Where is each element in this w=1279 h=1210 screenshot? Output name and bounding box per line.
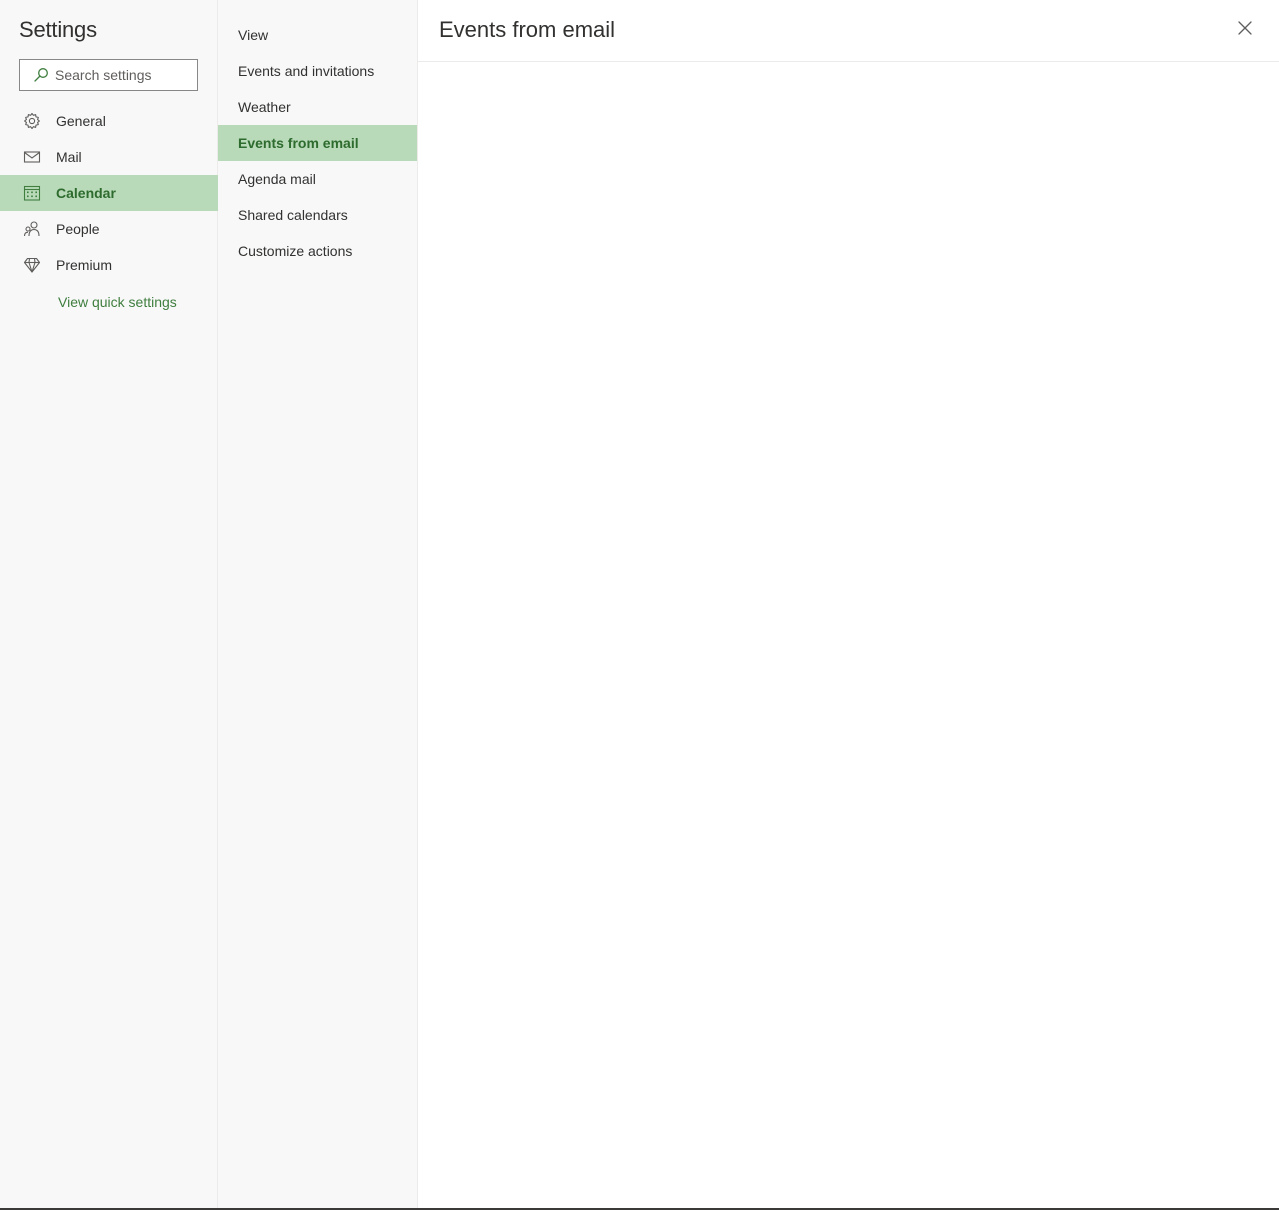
subnav-item-agenda-mail[interactable]: Agenda mail <box>218 161 417 197</box>
subnav-list: View Events and invitations Weather Even… <box>218 17 417 269</box>
subnav-item-shared-calendars[interactable]: Shared calendars <box>218 197 417 233</box>
settings-nav: Settings General <box>0 0 218 1208</box>
nav-item-premium[interactable]: Premium <box>0 247 218 283</box>
people-icon <box>23 220 41 238</box>
search-input[interactable] <box>55 67 195 83</box>
nav-item-label: General <box>56 113 106 129</box>
page-title: Events from email <box>439 17 616 42</box>
nav-item-label: Calendar <box>56 185 116 201</box>
close-button[interactable] <box>1235 20 1255 40</box>
nav-item-general[interactable]: General <box>0 103 218 139</box>
nav-item-label: Mail <box>56 149 82 165</box>
subnav-item-events-and-invitations[interactable]: Events and invitations <box>218 53 417 89</box>
search-icon <box>33 67 49 83</box>
nav-item-people[interactable]: People <box>0 211 218 247</box>
gear-icon <box>23 112 41 130</box>
view-quick-settings-link[interactable]: View quick settings <box>58 294 177 310</box>
subnav-item-weather[interactable]: Weather <box>218 89 417 125</box>
subnav-item-view[interactable]: View <box>218 17 417 53</box>
content-header: Events from email <box>418 0 1279 62</box>
close-icon <box>1237 20 1253 41</box>
calendar-subnav: View Events and invitations Weather Even… <box>218 0 418 1208</box>
subnav-item-customize-actions[interactable]: Customize actions <box>218 233 417 269</box>
calendar-icon <box>23 184 41 202</box>
mail-icon <box>23 148 41 166</box>
search-box[interactable] <box>19 59 198 91</box>
diamond-icon <box>23 256 41 274</box>
nav-item-label: People <box>56 221 100 237</box>
nav-item-mail[interactable]: Mail <box>0 139 218 175</box>
nav-item-label: Premium <box>56 257 113 273</box>
nav-list: General Mail Calendar People Premium <box>0 103 218 283</box>
subnav-item-events-from-email[interactable]: Events from email <box>218 125 417 161</box>
nav-item-calendar[interactable]: Calendar <box>0 175 218 211</box>
content-pane: Events from email <box>418 0 1279 1208</box>
settings-window: Settings General <box>0 0 1279 1210</box>
settings-title: Settings <box>19 17 97 42</box>
